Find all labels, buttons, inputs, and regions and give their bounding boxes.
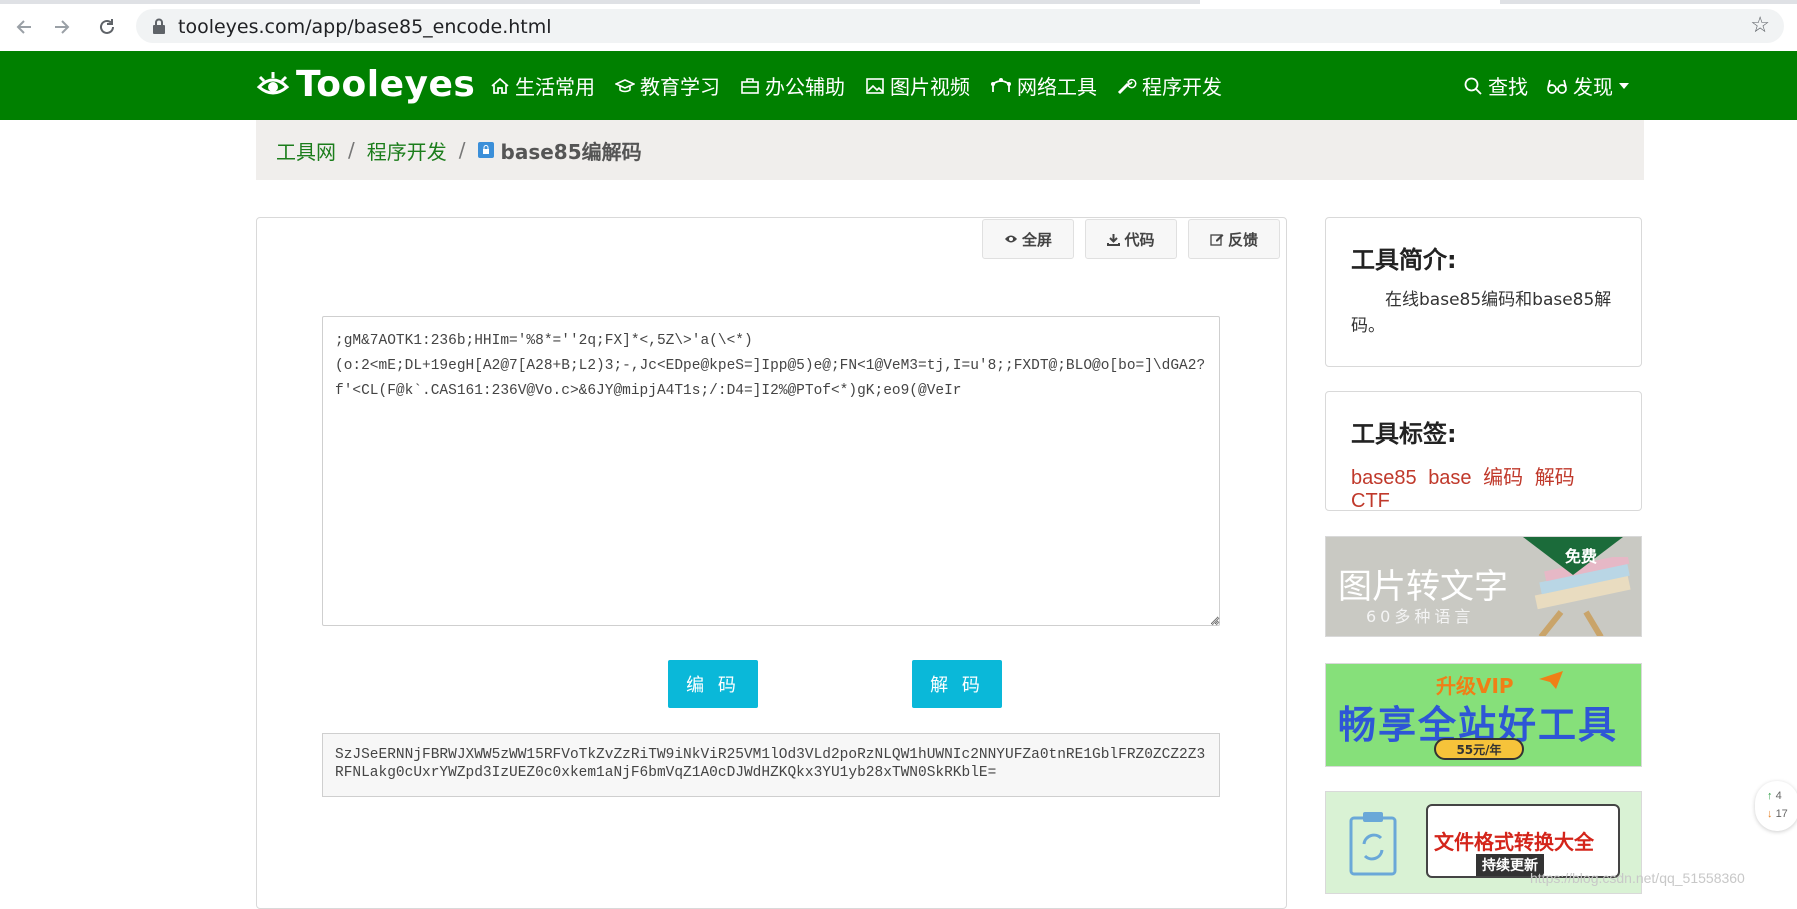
nav-item-label: 生活常用 bbox=[515, 75, 595, 99]
feedback-button[interactable]: 反馈 bbox=[1188, 219, 1280, 259]
download-icon bbox=[1107, 233, 1121, 246]
code-download-button[interactable]: 代码 bbox=[1085, 219, 1177, 259]
image-icon bbox=[865, 76, 885, 96]
fullscreen-button[interactable]: 全屏 bbox=[982, 219, 1074, 259]
nav-item-media[interactable]: 图片视频 bbox=[865, 71, 970, 100]
briefcase-icon bbox=[740, 76, 760, 96]
decode-button[interactable]: 解 码 bbox=[912, 660, 1002, 708]
ad-vip[interactable]: 升级VIP 畅享全站好工具 55元/年 bbox=[1325, 663, 1642, 767]
url-text: tooleyes.com/app/base85_encode.html bbox=[178, 16, 552, 38]
ad3-title: 文件格式转换大全 bbox=[1434, 830, 1594, 854]
main-nav: 生活常用 教育学习 办公辅助 图片视频 网络工具 程序开发 bbox=[490, 71, 1242, 100]
logo-text: Tooleyes bbox=[296, 63, 476, 105]
network-icon bbox=[990, 76, 1012, 96]
vote-widget[interactable]: ↑ 4 ↓ 17 bbox=[1755, 781, 1797, 831]
home-icon bbox=[490, 76, 510, 96]
site-logo[interactable]: Tooleyes bbox=[256, 61, 475, 107]
tool-tags-card: 工具标签: base85 base 编码 解码 CTF bbox=[1325, 391, 1642, 513]
output-box[interactable]: SzJSeERNNjFBRWJXWW5zWW15RFVoTkZvZzRiTW9i… bbox=[322, 733, 1220, 797]
nav-item-label: 办公辅助 bbox=[765, 75, 845, 99]
breadcrumb-current-label: base85编解码 bbox=[500, 139, 642, 164]
nav-item-education[interactable]: 教育学习 bbox=[615, 71, 720, 100]
browser-toolbar: tooleyes.com/app/base85_encode.html ☆ bbox=[0, 0, 1797, 52]
tags-title: 工具标签: bbox=[1351, 420, 1457, 448]
header-right: 查找 发现 bbox=[1445, 71, 1629, 100]
nav-item-label: 程序开发 bbox=[1142, 75, 1222, 99]
breadcrumb: 工具网 / 程序开发 / base85编解码 bbox=[256, 120, 1644, 180]
nav-item-office[interactable]: 办公辅助 bbox=[740, 71, 845, 100]
graduation-cap-icon bbox=[615, 76, 635, 96]
fullscreen-label: 全屏 bbox=[1021, 230, 1052, 249]
downvote-count: ↓ 17 bbox=[1767, 808, 1788, 820]
nav-item-dev[interactable]: 程序开发 bbox=[1117, 71, 1222, 100]
ad1-title: 图片转文字 bbox=[1338, 567, 1508, 607]
site-header: Tooleyes 生活常用 教育学习 办公辅助 图片视频 网络工具 程序开发 查… bbox=[0, 51, 1797, 120]
wrench-icon bbox=[1117, 76, 1137, 96]
code-label: 代码 bbox=[1124, 230, 1155, 249]
forward-button[interactable] bbox=[46, 12, 76, 42]
clipboard-refresh-icon bbox=[1349, 812, 1397, 876]
encode-button[interactable]: 编 码 bbox=[668, 660, 758, 708]
intro-text: 在线base85编码和base85解码。 bbox=[1351, 290, 1612, 336]
ad1-badge: 免费 bbox=[1564, 547, 1597, 566]
ad2-price: 55元/年 bbox=[1434, 738, 1524, 760]
nav-item-life[interactable]: 生活常用 bbox=[490, 71, 595, 100]
search-link[interactable]: 查找 bbox=[1463, 71, 1528, 100]
watermark: https://blog.csdn.net/qq_51558360 bbox=[1530, 870, 1745, 886]
breadcrumb-current: base85编解码 bbox=[477, 136, 642, 165]
arrow-left-icon bbox=[16, 20, 31, 34]
tool-icon bbox=[477, 142, 494, 158]
arrow-right-icon bbox=[55, 20, 70, 34]
discover-dropdown[interactable]: 发现 bbox=[1546, 71, 1629, 100]
breadcrumb-separator: / bbox=[458, 138, 466, 162]
tag-link[interactable]: base bbox=[1428, 467, 1471, 489]
eye-icon bbox=[1004, 235, 1017, 243]
breadcrumb-category[interactable]: 程序开发 bbox=[367, 136, 447, 165]
glasses-icon bbox=[1546, 76, 1568, 96]
nav-item-label: 图片视频 bbox=[890, 75, 970, 99]
edit-icon bbox=[1210, 234, 1224, 246]
paper-plane-icon bbox=[1539, 671, 1563, 689]
intro-title: 工具简介: bbox=[1351, 246, 1457, 274]
tag-link[interactable]: CTF bbox=[1351, 490, 1390, 512]
reload-icon bbox=[100, 19, 114, 34]
tool-intro-card: 工具简介: 在线base85编码和base85解码。 bbox=[1325, 217, 1642, 367]
address-bar[interactable]: tooleyes.com/app/base85_encode.html ☆ bbox=[136, 9, 1784, 43]
back-button[interactable] bbox=[10, 12, 40, 42]
discover-label: 发现 bbox=[1573, 75, 1613, 99]
search-label: 查找 bbox=[1488, 75, 1528, 99]
eye-logo-icon bbox=[256, 72, 290, 95]
nav-item-label: 网络工具 bbox=[1017, 75, 1097, 99]
feedback-label: 反馈 bbox=[1227, 230, 1258, 249]
tag-list: base85 base 编码 解码 CTF bbox=[1351, 461, 1616, 513]
input-textarea[interactable]: ;gM&7AOTK1:236b;HHIm='%8*=''2q;FX]*<,5Z\… bbox=[322, 316, 1220, 626]
resize-handle-icon[interactable] bbox=[1210, 616, 1220, 626]
reload-button[interactable] bbox=[92, 12, 122, 42]
breadcrumb-home[interactable]: 工具网 bbox=[276, 136, 336, 165]
breadcrumb-separator: / bbox=[348, 138, 355, 162]
tag-link[interactable]: 编码 bbox=[1483, 467, 1523, 489]
bookmark-star-icon[interactable]: ☆ bbox=[1750, 12, 1770, 38]
nav-item-label: 教育学习 bbox=[640, 75, 720, 99]
nav-item-network[interactable]: 网络工具 bbox=[990, 71, 1097, 100]
chevron-down-icon bbox=[1619, 82, 1629, 89]
ad-image-to-text[interactable]: 免费 图片转文字 60多种语言 bbox=[1325, 536, 1642, 637]
lock-icon bbox=[153, 18, 165, 34]
upvote-count: ↑ 4 bbox=[1767, 790, 1782, 802]
tag-link[interactable]: 解码 bbox=[1535, 467, 1575, 489]
tab-strip bbox=[0, 0, 1797, 4]
tool-panel: 全屏 代码 反馈 ;gM&7AOTK1:236b;HHIm='%8*=''2q;… bbox=[256, 217, 1287, 909]
search-icon bbox=[1463, 76, 1483, 96]
tag-link[interactable]: base85 bbox=[1351, 467, 1417, 489]
ad1-subtitle: 60多种语言 bbox=[1366, 607, 1475, 626]
